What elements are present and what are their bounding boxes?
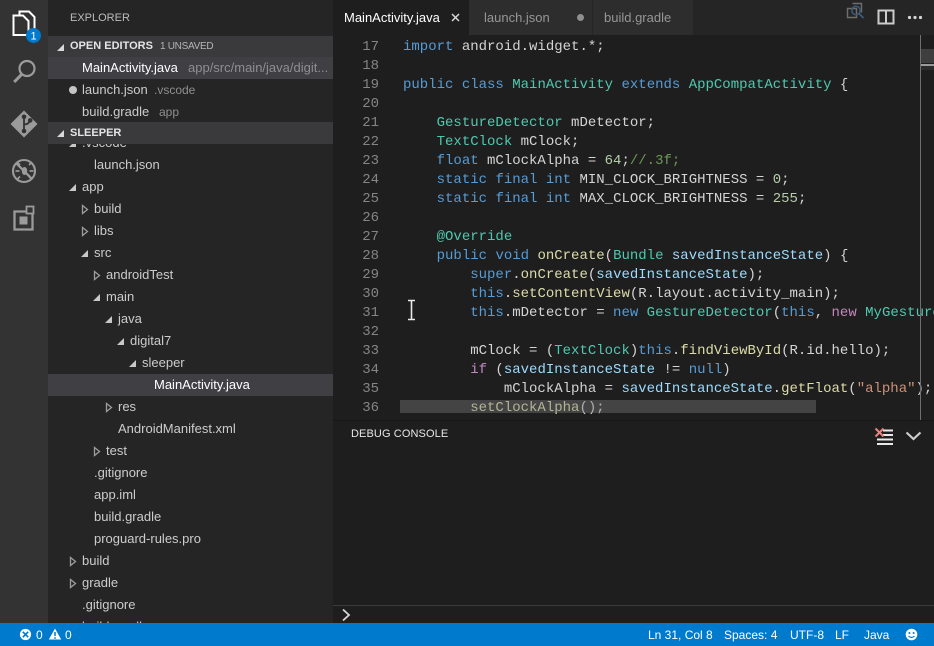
svg-text:1: 1 xyxy=(30,31,36,43)
